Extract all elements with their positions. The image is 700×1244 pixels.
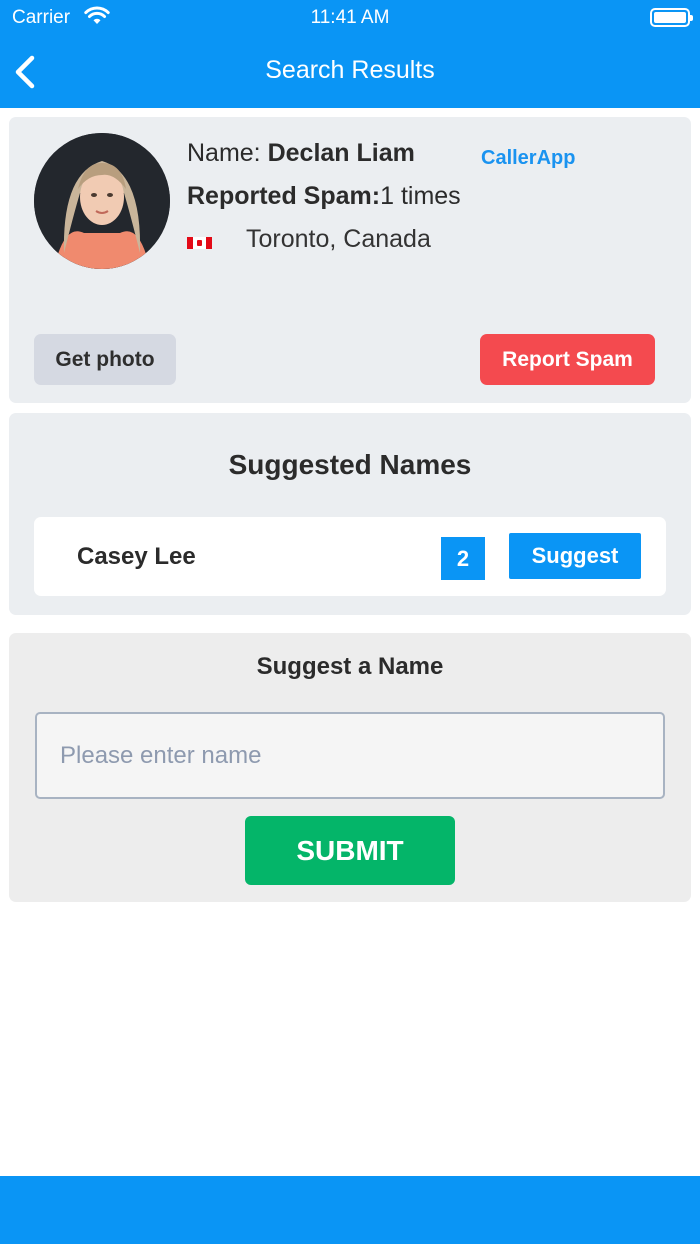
status-time: 11:41 AM [310, 7, 390, 28]
battery-icon [650, 8, 693, 27]
avatar-photo [34, 133, 170, 269]
spam-count-line: Reported Spam:1 times [187, 182, 461, 211]
contact-name-line: Name: Declan Liam [187, 139, 415, 168]
report-spam-button[interactable]: Report Spam [480, 334, 655, 385]
canada-flag-icon [187, 237, 212, 249]
profile-card: Name: Declan Liam CallerApp Reported Spa… [9, 117, 691, 403]
contact-location: Toronto, Canada [246, 225, 431, 253]
spam-count: 1 times [380, 182, 461, 210]
suggest-button[interactable]: Suggest [509, 533, 641, 579]
suggested-names-title: Suggested Names [228, 449, 472, 480]
name-label: Name: [187, 139, 268, 167]
submit-button[interactable]: SUBMIT [245, 816, 455, 885]
page-title: Search Results [265, 56, 435, 84]
app-header: Carrier 11:41 AM Search Results [0, 0, 700, 108]
name-input[interactable] [35, 712, 665, 799]
contact-name: Declan Liam [267, 139, 415, 167]
get-photo-button[interactable]: Get photo [34, 334, 176, 385]
suggested-name-row: Casey Lee 2 Suggest [34, 517, 666, 596]
avatar [34, 133, 170, 269]
suggest-name-title: Suggest a Name [256, 653, 444, 680]
caller-app-tag: CallerApp [481, 147, 576, 169]
suggestion-count-badge: 2 [441, 537, 485, 580]
bottom-bar [0, 1176, 700, 1244]
spam-label: Reported Spam: [187, 182, 381, 210]
suggested-names-card: Suggested Names Casey Lee 2 Suggest [9, 413, 691, 615]
navigation-bar: Search Results [0, 36, 700, 108]
suggested-name: Casey Lee [77, 543, 196, 570]
suggest-name-card: Suggest a Name SUBMIT [9, 633, 691, 902]
status-bar: Carrier 11:41 AM [0, 0, 700, 36]
